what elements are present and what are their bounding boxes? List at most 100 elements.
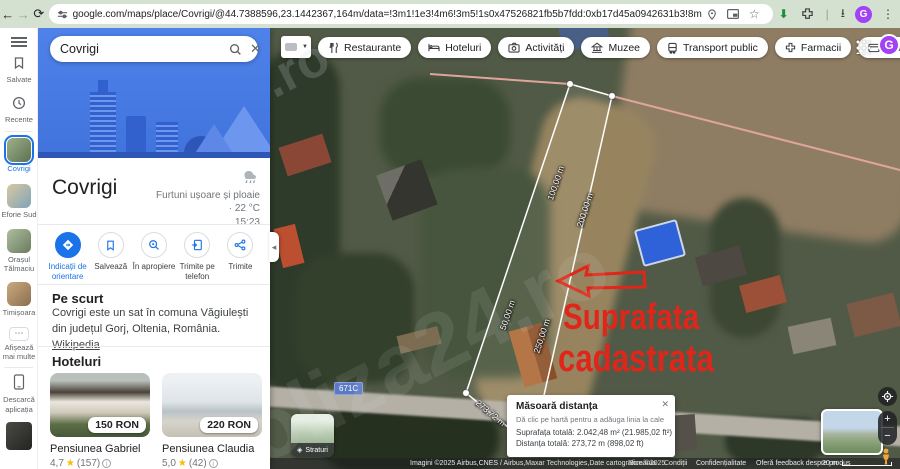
popup-area: Suprafața totală: 2.042,48 m² (21.985,02… xyxy=(516,428,666,437)
privacy-link[interactable]: Confidențialitate xyxy=(696,458,746,469)
measure-vertex[interactable] xyxy=(463,390,470,397)
left-rail: Salvate Recente Covrigi Eforie Sud Orașu… xyxy=(0,28,38,469)
search-box[interactable]: ✕ xyxy=(50,36,258,62)
extensions-icon[interactable] xyxy=(801,8,814,21)
hotel-photo: 150 RON xyxy=(50,373,150,437)
measure-vertex[interactable] xyxy=(609,93,616,100)
collapse-panel-handle[interactable]: ◂ xyxy=(269,232,279,262)
bookmark-star-icon[interactable]: ☆ xyxy=(749,7,760,21)
chip-restaurants[interactable]: Restaurante xyxy=(318,37,411,58)
save-button[interactable]: Salvează xyxy=(89,232,132,282)
popup-hint: Dă clic pe hartă pentru a adăuga linia l… xyxy=(516,415,666,424)
info-icon[interactable]: i xyxy=(209,459,218,468)
rail-chip-timisoara[interactable]: Timișoara xyxy=(0,282,38,317)
hotels-heading: Hoteluri xyxy=(52,354,101,369)
layers-icon: ◈ xyxy=(297,446,302,454)
rail-get-app[interactable]: Descarcă aplicația xyxy=(0,374,38,414)
terms-link[interactable]: Condiții xyxy=(664,458,687,469)
downloads-icon[interactable]: ⭳ xyxy=(841,4,845,25)
send-to-phone-button[interactable]: Trimite pe telefon xyxy=(176,232,219,282)
action-buttons: Indicații de orientare Salvează În aprop… xyxy=(46,232,262,282)
rail-chip-covrigi[interactable]: Covrigi xyxy=(0,138,38,173)
divider xyxy=(38,346,270,347)
place-panel: ✕ Covrigi Furtuni ușoare și ploaie · 22 … xyxy=(38,28,270,469)
url-text: google.com/maps/place/Covrigi/@44.738859… xyxy=(73,9,702,20)
browser-avatar[interactable]: G xyxy=(855,6,872,23)
rail-chip-talmaciu[interactable]: Orașul Tălmaciu xyxy=(0,229,38,274)
search-icon[interactable] xyxy=(229,43,242,56)
hamburger-icon[interactable] xyxy=(11,37,27,47)
rating-value: 5,0 xyxy=(162,458,176,469)
zoom-in-button[interactable]: + xyxy=(878,411,897,427)
hotel-name: Pensiunea Claudia xyxy=(162,443,262,455)
location-pin-icon[interactable] xyxy=(707,9,717,20)
zoom-out-button[interactable]: − xyxy=(878,428,897,444)
site-info-icon[interactable] xyxy=(57,9,68,20)
place-title: Covrigi xyxy=(52,176,117,200)
chip-museums[interactable]: Muzee xyxy=(581,37,650,58)
measure-vertex[interactable] xyxy=(567,81,574,88)
rail-saved[interactable]: Salvate xyxy=(0,56,38,84)
clock-icon xyxy=(12,96,26,110)
back-icon[interactable]: ← xyxy=(0,7,16,22)
map-mode-toggle[interactable]: ▼ xyxy=(281,36,311,58)
menu-dots-icon[interactable]: ⋮ xyxy=(882,7,894,21)
place-thumbnail xyxy=(7,138,31,162)
address-bar[interactable]: google.com/maps/place/Covrigi/@44.738859… xyxy=(49,4,773,24)
illustration-ground xyxy=(38,152,270,158)
rail-recents[interactable]: Recente xyxy=(0,96,38,124)
country-label[interactable]: România xyxy=(628,458,656,469)
rubber-band-line xyxy=(430,74,570,84)
weather-temp: · 22 °C xyxy=(140,202,260,216)
info-icon[interactable]: i xyxy=(102,459,111,468)
satellite-map[interactable]: 100,00 m 50,00 m 200,00 m 250,00 m 273,7… xyxy=(270,28,900,469)
road-badge: 671C xyxy=(334,382,363,395)
rail-chip-eforie[interactable]: Eforie Sud xyxy=(0,184,38,219)
bus-icon xyxy=(667,42,678,54)
close-icon[interactable]: ✕ xyxy=(661,399,669,410)
hotel-card-claudia[interactable]: 220 RON Pensiunea Claudia 5,0 ★ (42) i xyxy=(162,373,262,469)
weather-desc: Furtuni ușoare și ploaie xyxy=(140,189,260,203)
weather-time: 15:23 xyxy=(140,216,260,230)
hotel-name: Pensiunea Gabriel xyxy=(50,443,150,455)
download-update-icon[interactable]: ⬇ xyxy=(779,7,789,21)
camera-icon xyxy=(508,42,520,53)
account-avatar[interactable]: G xyxy=(878,34,900,56)
nearby-button[interactable]: În apropiere xyxy=(132,232,175,282)
save-bookmark-icon xyxy=(98,232,124,258)
my-location-button[interactable] xyxy=(878,387,897,406)
search-input[interactable] xyxy=(60,42,221,56)
pharmacy-cross-icon xyxy=(785,42,796,53)
reload-icon[interactable]: ⟳ xyxy=(31,6,47,22)
streetview-thumbnail[interactable] xyxy=(821,409,883,455)
chevron-left-icon: ◂ xyxy=(272,242,277,253)
rail-show-more[interactable]: ⋯ Afișează mai multe xyxy=(0,327,38,362)
hotel-photo: 220 RON xyxy=(162,373,262,437)
category-chipbar: Restaurante Hoteluri Activități Muzee Tr… xyxy=(318,37,900,58)
chip-pharmacies[interactable]: Farmacii xyxy=(775,37,851,58)
share-button[interactable]: Trimite xyxy=(219,232,262,282)
storm-cloud-icon xyxy=(240,168,260,184)
divider xyxy=(4,131,33,132)
wikipedia-link[interactable]: Wikipedia xyxy=(52,339,100,351)
pip-icon[interactable] xyxy=(727,9,739,19)
zoom-controls[interactable]: + − xyxy=(878,411,897,445)
clear-search-icon[interactable]: ✕ xyxy=(250,41,261,57)
forward-icon[interactable]: → xyxy=(16,7,32,22)
about-description: Covrigi este un sat în comuna Văgiulești… xyxy=(52,307,248,335)
measure-popup: Măsoară distanța ✕ Dă clic pe hartă pent… xyxy=(507,395,675,457)
divider xyxy=(4,367,33,368)
layers-control[interactable]: ◈Straturi xyxy=(291,414,334,457)
weather-block: Furtuni ușoare și ploaie · 22 °C 15:23 xyxy=(140,168,260,229)
apps-grid-icon[interactable] xyxy=(855,39,870,54)
rating-value: 4,7 xyxy=(50,458,64,469)
rubber-band-line xyxy=(612,96,900,170)
hotel-card-gabriel[interactable]: 150 RON Pensiunea Gabriel 4,7 ★ (157) i xyxy=(50,373,150,469)
chip-hotels[interactable]: Hoteluri xyxy=(418,37,491,58)
star-icon: ★ xyxy=(66,458,75,469)
pegman-icon[interactable] xyxy=(879,448,893,465)
photo-thumbnail[interactable] xyxy=(6,422,32,450)
directions-button[interactable]: Indicații de orientare xyxy=(46,232,89,282)
chip-activities[interactable]: Activități xyxy=(498,37,574,58)
chip-transit[interactable]: Transport public xyxy=(657,37,768,58)
